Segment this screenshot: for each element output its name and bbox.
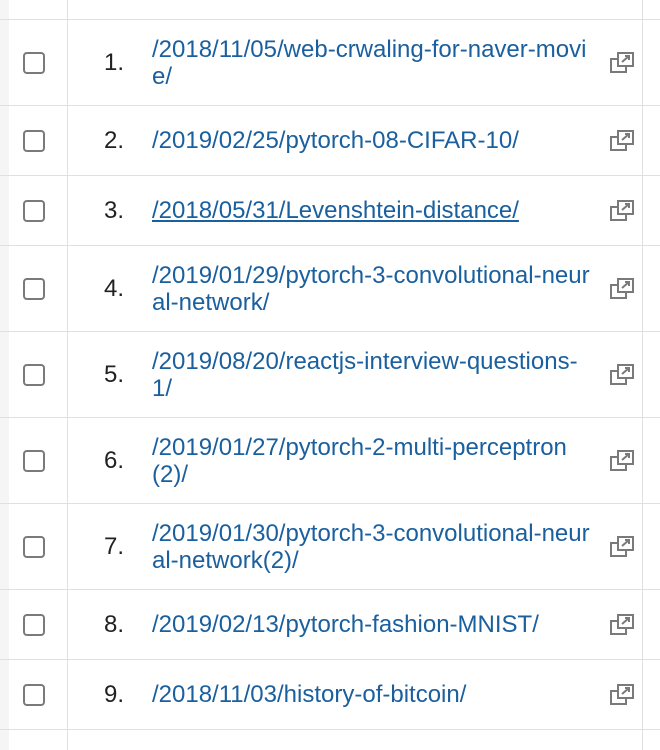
- row-checkbox-cell: [0, 332, 68, 417]
- row-checkbox[interactable]: [23, 613, 45, 636]
- row-checkbox-cell: [0, 504, 68, 589]
- page-path-link[interactable]: /2018/11/05/web-crwaling-for-naver-movie…: [152, 36, 602, 90]
- row-main-cell: 5. /2019/08/20/reactjs-interview-questio…: [68, 332, 643, 417]
- page-path-link[interactable]: /2018/05/31/Levenshtein-distance/: [152, 197, 602, 224]
- row-checkbox[interactable]: [23, 363, 45, 386]
- row-checkbox-cell: [0, 418, 68, 503]
- row-checkbox-cell: [0, 660, 68, 729]
- open-in-new-window-icon[interactable]: [602, 613, 642, 636]
- open-in-new-window-icon[interactable]: [602, 683, 642, 706]
- row-number: 4.: [103, 274, 124, 302]
- row-main-cell: [68, 730, 643, 750]
- row-number: 3.: [103, 196, 124, 224]
- row-checkbox[interactable]: [23, 277, 45, 300]
- row-main-cell: 2. /2019/02/25/pytorch-08-CIFAR-10/: [68, 106, 643, 175]
- row-number: 2.: [103, 126, 124, 154]
- open-in-new-window-icon[interactable]: [602, 449, 642, 472]
- table-row: 9. /2018/11/03/history-of-bitcoin/: [0, 660, 660, 730]
- row-checkbox-cell: [0, 246, 68, 331]
- row-checkbox-cell: [0, 106, 68, 175]
- table-row: 4. /2019/01/29/pytorch-3-convolutional-n…: [0, 246, 660, 332]
- table-row: 7. /2019/01/30/pytorch-3-convolutional-n…: [0, 504, 660, 590]
- row-checkbox-cell: [0, 730, 68, 750]
- row-number: 9.: [103, 680, 124, 708]
- row-number: 1.: [103, 48, 124, 76]
- row-number: 7.: [103, 532, 124, 560]
- page-list-table: 1. /2018/11/05/web-crwaling-for-naver-mo…: [0, 0, 660, 750]
- row-main-cell: 6. /2019/01/27/pytorch-2-multi-perceptro…: [68, 418, 643, 503]
- row-main-cell: 3. /2018/05/31/Levenshtein-distance/: [68, 176, 643, 245]
- header-main-cell: [68, 0, 643, 19]
- open-in-new-window-icon[interactable]: [602, 199, 642, 222]
- page-path-link[interactable]: /2019/08/20/reactjs-interview-questions-…: [152, 348, 602, 402]
- table-header-row: [0, 0, 660, 20]
- row-checkbox[interactable]: [23, 683, 45, 706]
- header-check-cell: [0, 0, 68, 19]
- row-main-cell: 9. /2018/11/03/history-of-bitcoin/: [68, 660, 643, 729]
- table-row-partial: [0, 730, 660, 750]
- row-main-cell: 7. /2019/01/30/pytorch-3-convolutional-n…: [68, 504, 643, 589]
- row-checkbox[interactable]: [23, 449, 45, 472]
- page-path-link[interactable]: /2019/02/13/pytorch-fashion-MNIST/: [152, 611, 602, 638]
- open-in-new-window-icon[interactable]: [602, 363, 642, 386]
- row-checkbox[interactable]: [23, 535, 45, 558]
- open-in-new-window-icon[interactable]: [602, 277, 642, 300]
- row-main-cell: 8. /2019/02/13/pytorch-fashion-MNIST/: [68, 590, 643, 659]
- row-checkbox[interactable]: [23, 199, 45, 222]
- table-row: 3. /2018/05/31/Levenshtein-distance/: [0, 176, 660, 246]
- row-checkbox[interactable]: [23, 51, 45, 74]
- row-checkbox-cell: [0, 20, 68, 105]
- page-path-link[interactable]: /2019/01/29/pytorch-3-convolutional-neur…: [152, 262, 602, 316]
- open-in-new-window-icon[interactable]: [602, 535, 642, 558]
- table-row: 8. /2019/02/13/pytorch-fashion-MNIST/: [0, 590, 660, 660]
- table-row: 5. /2019/08/20/reactjs-interview-questio…: [0, 332, 660, 418]
- table-row: 6. /2019/01/27/pytorch-2-multi-perceptro…: [0, 418, 660, 504]
- row-checkbox-cell: [0, 176, 68, 245]
- row-main-cell: 1. /2018/11/05/web-crwaling-for-naver-mo…: [68, 20, 643, 105]
- row-checkbox-cell: [0, 590, 68, 659]
- open-in-new-window-icon[interactable]: [602, 129, 642, 152]
- table-row: 1. /2018/11/05/web-crwaling-for-naver-mo…: [0, 20, 660, 106]
- row-main-cell: 4. /2019/01/29/pytorch-3-convolutional-n…: [68, 246, 643, 331]
- page-path-link[interactable]: /2018/11/03/history-of-bitcoin/: [152, 681, 602, 708]
- row-number: 5.: [103, 360, 124, 388]
- row-number: 8.: [103, 610, 124, 638]
- page-path-link[interactable]: /2019/01/27/pytorch-2-multi-perceptron(2…: [152, 434, 602, 488]
- row-checkbox[interactable]: [23, 129, 45, 152]
- page-path-link[interactable]: /2019/02/25/pytorch-08-CIFAR-10/: [152, 127, 602, 154]
- table-row: 2. /2019/02/25/pytorch-08-CIFAR-10/: [0, 106, 660, 176]
- page-path-link[interactable]: /2019/01/30/pytorch-3-convolutional-neur…: [152, 520, 602, 574]
- open-in-new-window-icon[interactable]: [602, 51, 642, 74]
- row-number: 6.: [103, 446, 124, 474]
